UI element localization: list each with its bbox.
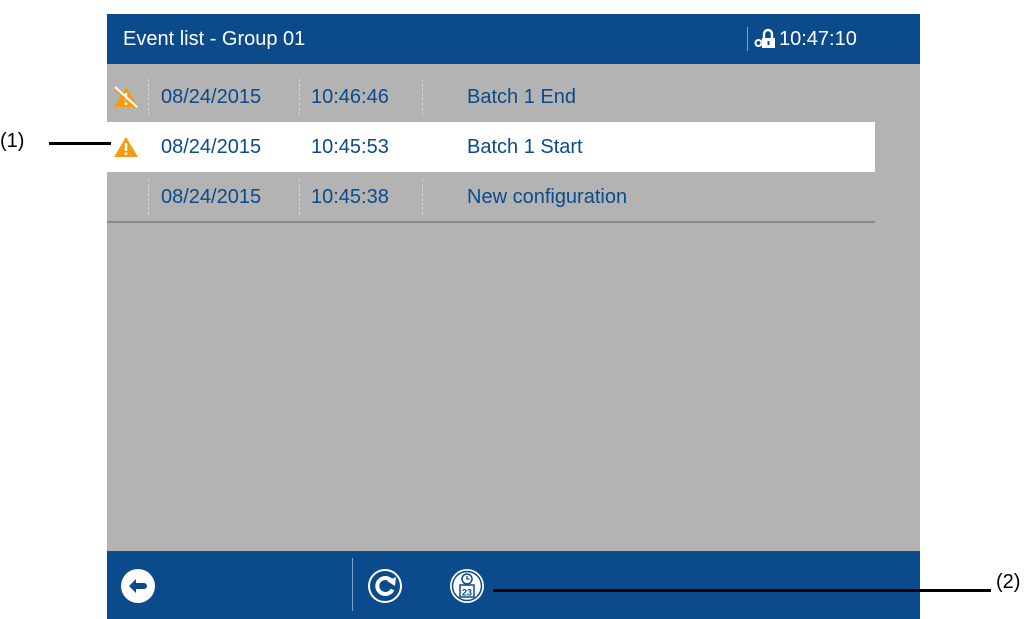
event-date: 08/24/2015 bbox=[161, 86, 262, 108]
event-text: New configuration bbox=[467, 186, 628, 208]
back-button[interactable] bbox=[111, 551, 171, 619]
clock-calendar-icon: 23 bbox=[450, 569, 484, 603]
event-date: 08/24/2015 bbox=[161, 186, 262, 208]
event-row[interactable]: 08/24/2015 10:45:38 New configuration bbox=[107, 172, 875, 222]
title-bar: Event list - Group 01 10:47:10 bbox=[107, 14, 920, 64]
bottom-toolbar: 23 bbox=[107, 551, 920, 619]
warning-icon bbox=[114, 137, 138, 157]
event-text: Batch 1 End bbox=[467, 86, 576, 108]
event-time: 10:45:38 bbox=[311, 186, 389, 208]
refresh-icon bbox=[368, 569, 402, 603]
event-time: 10:46:46 bbox=[311, 86, 389, 108]
event-text: Batch 1 Start bbox=[467, 136, 583, 158]
clock-time: 10:47:10 bbox=[779, 28, 857, 50]
event-row[interactable]: 08/24/2015 10:46:46 Batch 1 End bbox=[107, 72, 875, 122]
callout-2-label: (2) bbox=[996, 571, 1021, 593]
date-time-button[interactable]: 23 bbox=[440, 551, 500, 619]
event-time: 10:45:53 bbox=[311, 136, 389, 158]
callout-1-line bbox=[49, 142, 111, 145]
toolbar-separator bbox=[352, 558, 353, 611]
warning-crossed-icon bbox=[113, 86, 138, 109]
callout-1-label: (1) bbox=[0, 130, 25, 152]
refresh-button[interactable] bbox=[358, 551, 418, 619]
event-list-screen: Event list - Group 01 10:47:10 08/24/201… bbox=[107, 14, 920, 619]
event-date: 08/24/2015 bbox=[161, 136, 262, 158]
callout-2-line bbox=[493, 589, 991, 592]
back-arrow-icon bbox=[121, 569, 155, 603]
lock-key-icon bbox=[754, 28, 775, 48]
event-row-selected[interactable]: 08/24/2015 10:45:53 Batch 1 Start bbox=[107, 122, 875, 172]
calendar-day-label: 23 bbox=[462, 588, 472, 598]
page-title: Event list - Group 01 bbox=[123, 28, 306, 50]
title-separator bbox=[747, 27, 748, 51]
list-end-divider bbox=[107, 221, 875, 223]
